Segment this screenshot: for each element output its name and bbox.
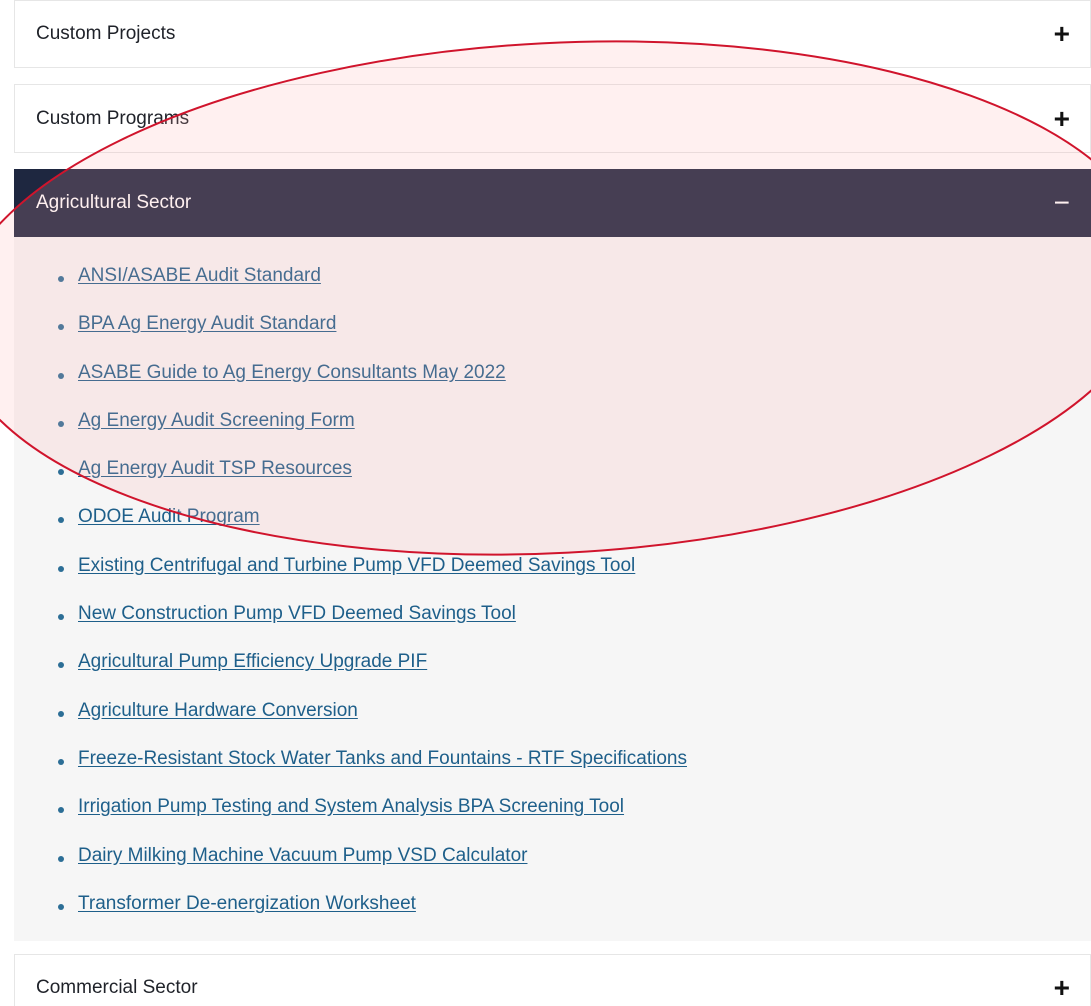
bullet-icon <box>58 855 64 862</box>
list-item: Agricultural Pump Efficiency Upgrade PIF <box>58 651 687 699</box>
resource-link[interactable]: Ag Energy Audit Screening Form <box>78 410 355 432</box>
bullet-icon <box>58 469 64 476</box>
accordion-title: Custom Programs <box>36 107 190 129</box>
list-item: BPA Ag Energy Audit Standard <box>58 313 687 361</box>
plus-icon[interactable]: + <box>1054 20 1070 48</box>
list-item: ASABE Guide to Ag Energy Consultants May… <box>58 362 687 410</box>
resource-link[interactable]: ANSI/ASABE Audit Standard <box>78 265 321 287</box>
list-item: ODOE Audit Program <box>58 506 687 554</box>
bullet-icon <box>58 903 64 910</box>
resource-link[interactable]: Existing Centrifugal and Turbine Pump VF… <box>78 555 635 577</box>
list-item: Ag Energy Audit Screening Form <box>58 410 687 458</box>
resource-link[interactable]: Agricultural Pump Efficiency Upgrade PIF <box>78 651 427 673</box>
resource-link[interactable]: ASABE Guide to Ag Energy Consultants May… <box>78 362 506 384</box>
resource-link[interactable]: ODOE Audit Program <box>78 506 260 528</box>
resource-link[interactable]: Transformer De-energization Worksheet <box>78 893 416 915</box>
accordion-title: Commercial Sector <box>36 977 198 998</box>
accordion-header-custom-projects[interactable]: Custom Projects + <box>14 0 1091 68</box>
resource-link[interactable]: Agriculture Hardware Conversion <box>78 700 358 722</box>
resource-link[interactable]: Irrigation Pump Testing and System Analy… <box>78 796 624 818</box>
accordion-title: Custom Projects <box>36 23 176 44</box>
list-item: Irrigation Pump Testing and System Analy… <box>58 796 687 844</box>
resource-link-list: ANSI/ASABE Audit Standard BPA Ag Energy … <box>58 265 687 941</box>
bullet-icon <box>58 517 64 524</box>
bullet-icon <box>58 372 64 379</box>
accordion-title: Agricultural Sector <box>36 192 192 213</box>
list-item: Dairy Milking Machine Vacuum Pump VSD Ca… <box>58 845 687 893</box>
bullet-icon <box>58 807 64 814</box>
page: Custom Projects + Custom Programs + Agri… <box>0 0 1091 1006</box>
bullet-icon <box>58 324 64 331</box>
plus-icon[interactable]: + <box>1054 974 1070 1002</box>
resource-link[interactable]: New Construction Pump VFD Deemed Savings… <box>78 603 516 625</box>
bullet-icon <box>58 276 64 282</box>
minus-icon[interactable]: − <box>1054 189 1070 217</box>
list-item: Transformer De-energization Worksheet <box>58 893 687 941</box>
bullet-icon <box>58 420 64 427</box>
accordion-header-custom-programs[interactable]: Custom Programs + <box>14 84 1091 153</box>
list-item: Agriculture Hardware Conversion <box>58 700 687 748</box>
bullet-icon <box>58 565 64 572</box>
resource-link[interactable]: BPA Ag Energy Audit Standard <box>78 313 336 335</box>
agricultural-sector-panel: ANSI/ASABE Audit Standard BPA Ag Energy … <box>14 237 1091 941</box>
resource-link[interactable]: Ag Energy Audit TSP Resources <box>78 458 352 480</box>
resource-link[interactable]: Dairy Milking Machine Vacuum Pump VSD Ca… <box>78 845 527 867</box>
list-item: New Construction Pump VFD Deemed Savings… <box>58 603 687 651</box>
bullet-icon <box>58 614 64 621</box>
plus-icon[interactable]: + <box>1054 104 1070 133</box>
list-item: Ag Energy Audit TSP Resources <box>58 458 687 506</box>
accordion-header-commercial-sector[interactable]: Commercial Sector + <box>14 954 1091 1006</box>
list-item: Existing Centrifugal and Turbine Pump VF… <box>58 555 687 603</box>
list-item: ANSI/ASABE Audit Standard <box>58 265 687 313</box>
bullet-icon <box>58 662 64 669</box>
accordion-header-agricultural-sector[interactable]: Agricultural Sector − <box>14 169 1091 237</box>
bullet-icon <box>58 710 64 717</box>
bullet-icon <box>58 758 64 765</box>
list-item: Freeze-Resistant Stock Water Tanks and F… <box>58 748 687 796</box>
resource-link[interactable]: Freeze-Resistant Stock Water Tanks and F… <box>78 748 687 770</box>
